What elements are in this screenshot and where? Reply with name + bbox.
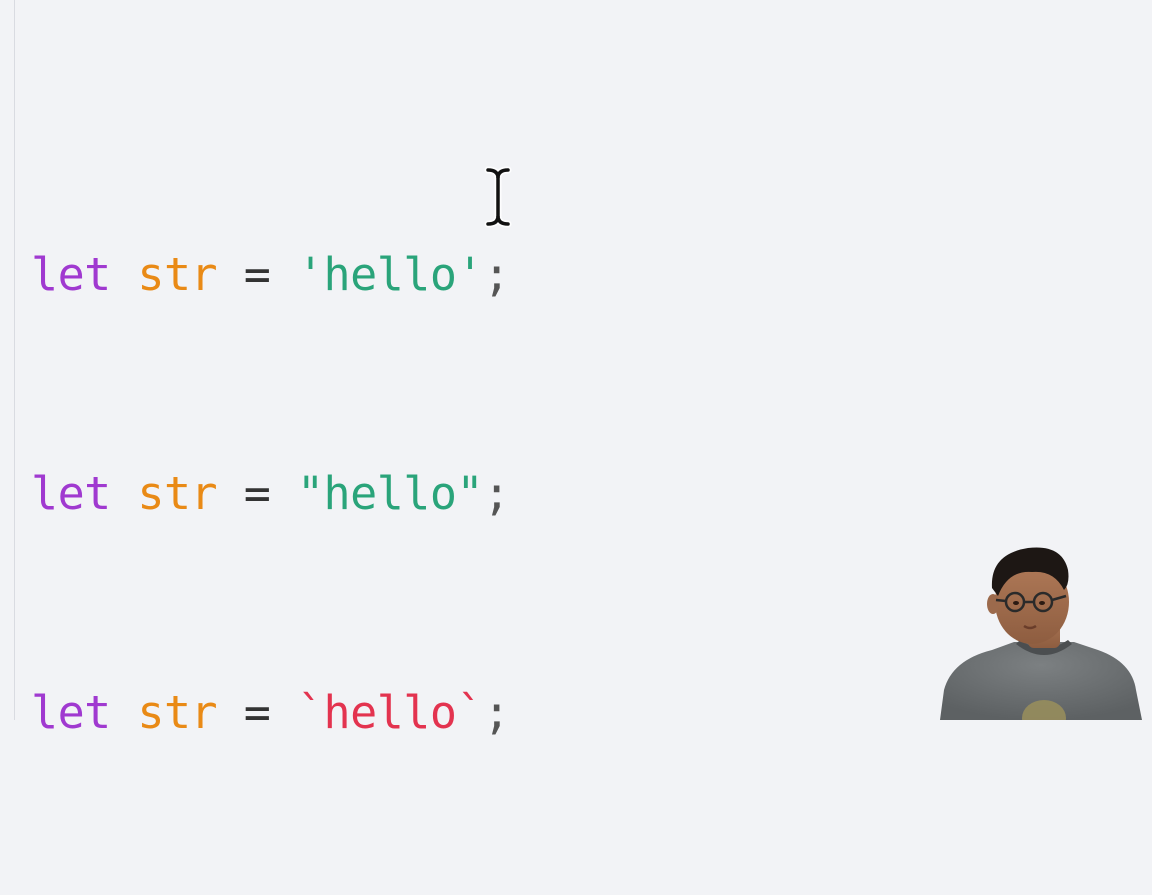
code-line-3[interactable]: let str = `hello`; bbox=[31, 676, 510, 749]
semicolon: ; bbox=[483, 467, 510, 520]
keyword-let: let bbox=[31, 686, 111, 739]
semicolon: ; bbox=[483, 248, 510, 301]
string-literal-single: 'hello' bbox=[296, 248, 484, 301]
code-line-2[interactable]: let str = "hello"; bbox=[31, 457, 510, 530]
identifier-str: str bbox=[137, 248, 218, 301]
identifier-str: str bbox=[137, 686, 218, 739]
assignment-operator: = bbox=[243, 686, 271, 739]
template-literal: `hello` bbox=[296, 686, 484, 739]
assignment-operator: = bbox=[243, 467, 271, 520]
gutter-divider bbox=[14, 0, 15, 720]
code-line-1[interactable]: let str = 'hello'; bbox=[31, 238, 510, 311]
assignment-operator: = bbox=[243, 248, 271, 301]
code-area[interactable]: let str = 'hello'; let str = "hello"; le… bbox=[31, 92, 510, 895]
keyword-let: let bbox=[31, 248, 111, 301]
text-cursor-icon bbox=[484, 166, 512, 228]
presenter-webcam bbox=[940, 547, 1142, 720]
keyword-let: let bbox=[31, 467, 111, 520]
code-editor[interactable]: let str = 'hello'; let str = "hello"; le… bbox=[0, 0, 1152, 739]
string-literal-double: "hello" bbox=[296, 467, 484, 520]
identifier-str: str bbox=[137, 467, 218, 520]
semicolon: ; bbox=[483, 686, 510, 739]
